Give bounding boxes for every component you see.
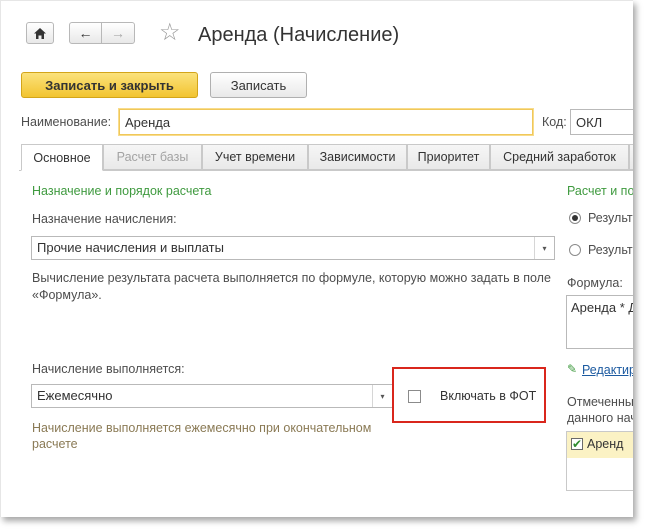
save-and-close-button[interactable]: Записать и закрыть	[21, 72, 198, 98]
window-title: Аренда (Начисление)	[198, 24, 400, 46]
arrow-right-icon: →	[111, 25, 125, 41]
result-radio-1[interactable]	[569, 212, 581, 224]
result-section-title: Расчет и пок	[567, 184, 633, 198]
formula-field-value: Аренда * Д	[571, 300, 633, 315]
list-item-label: Аренд	[587, 437, 624, 451]
formula-label: Формула:	[567, 276, 623, 290]
marked-indicators-text-2: данного нач	[567, 411, 633, 425]
tab-more[interactable]	[629, 144, 633, 170]
formula-description: Вычисление результата расчета выполняетс…	[32, 271, 551, 302]
tab-main[interactable]: Основное	[21, 144, 103, 171]
right-column: Расчет и пок Результ Результ Формула: Ар…	[559, 171, 633, 517]
form-window: ← → ☆ Аренда (Начисление) Записать и зак…	[0, 0, 633, 517]
home-button[interactable]	[26, 22, 54, 44]
chevron-down-icon[interactable]: ▾	[534, 237, 554, 259]
home-icon	[34, 27, 46, 39]
tab-calc-base[interactable]: Расчет базы	[103, 144, 202, 170]
checkbox-checked-icon[interactable]: ✔	[571, 438, 583, 450]
forward-button[interactable]: →	[101, 22, 135, 44]
performed-label: Начисление выполняется:	[32, 362, 185, 376]
tab-average-earnings[interactable]: Средний заработок	[490, 144, 629, 170]
tab-time-accounting[interactable]: Учет времени	[202, 144, 308, 170]
save-button[interactable]: Записать	[210, 72, 307, 98]
periodicity-select-value: Ежемесячно	[37, 388, 113, 403]
periodicity-select[interactable]: Ежемесячно ▾	[31, 384, 393, 408]
indicators-list: ✔ Аренд	[566, 431, 633, 491]
purpose-select-value: Прочие начисления и выплаты	[37, 240, 224, 255]
chevron-down-icon[interactable]: ▾	[372, 385, 392, 407]
periodicity-note: Начисление выполняется ежемесячно при ок…	[32, 421, 372, 451]
edit-pencil-icon[interactable]: ✎	[567, 362, 577, 376]
favorite-star-icon[interactable]: ☆	[159, 20, 181, 46]
tab-dependencies[interactable]: Зависимости	[308, 144, 407, 170]
name-input[interactable]: Аренда	[119, 109, 533, 135]
result-radio-2-label[interactable]: Результ	[588, 243, 633, 257]
edit-formula-link[interactable]: Редактир	[582, 363, 633, 377]
arrow-left-icon: ←	[78, 25, 93, 41]
name-label: Наименование:	[21, 115, 112, 129]
purpose-select[interactable]: Прочие начисления и выплаты ▾	[31, 236, 555, 260]
purpose-section-title: Назначение и порядок расчета	[32, 184, 212, 198]
result-radio-1-label[interactable]: Результ	[588, 211, 633, 225]
code-input[interactable]: ОКЛ	[570, 109, 633, 135]
include-fot-label[interactable]: Включать в ФОТ	[440, 389, 536, 403]
back-button[interactable]: ←	[69, 22, 102, 44]
include-fot-checkbox[interactable]	[408, 390, 421, 403]
list-item[interactable]: ✔ Аренд	[567, 432, 633, 458]
tabs-baseline	[19, 170, 633, 171]
formula-field[interactable]: Аренда * Д	[566, 295, 633, 349]
code-label: Код:	[542, 115, 567, 129]
tab-priority[interactable]: Приоритет	[407, 144, 490, 170]
result-radio-2[interactable]	[569, 244, 581, 256]
marked-indicators-text-1: Отмеченны	[567, 395, 633, 409]
purpose-label: Назначение начисления:	[32, 212, 177, 226]
